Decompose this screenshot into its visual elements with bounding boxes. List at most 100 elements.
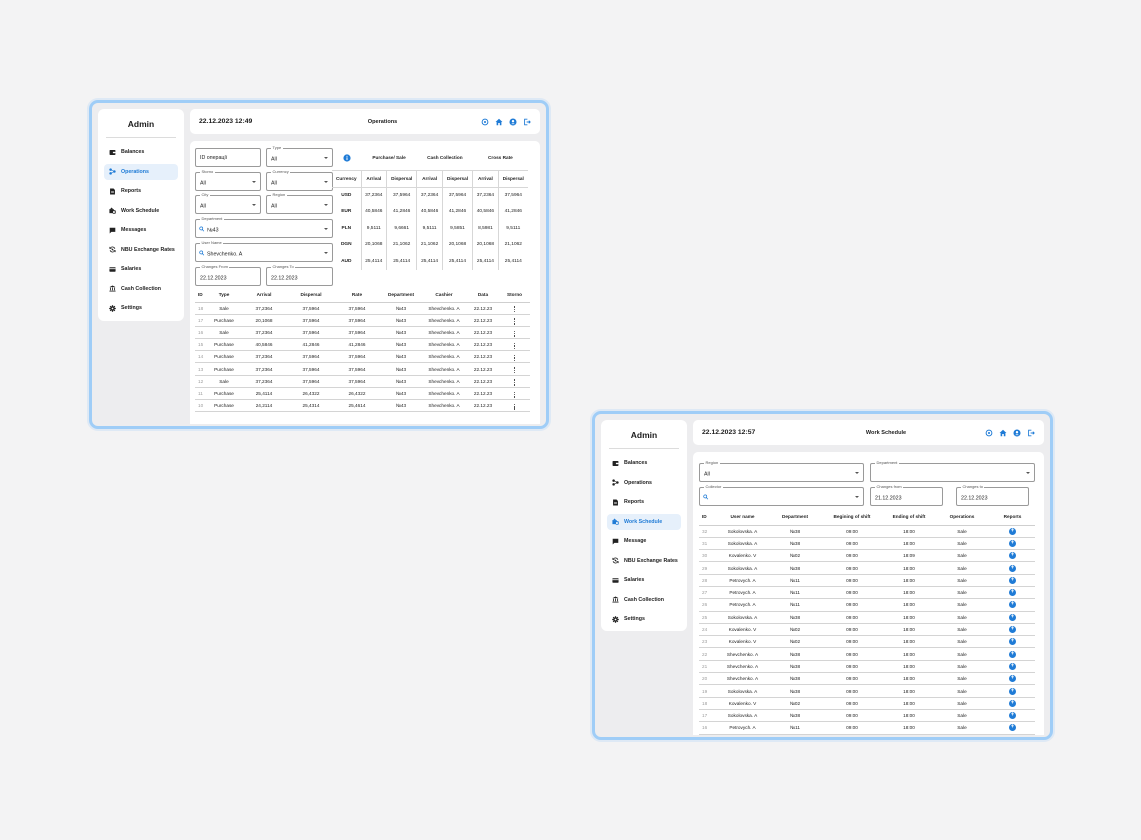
add-report-icon[interactable]: + [1009,675,1016,683]
sidebar-item-balances[interactable]: Balances [607,455,681,472]
table-row[interactable]: 16 Sale 37,2364 37,5964 37,5964 №43 Shevchenko… [195,326,530,340]
more-vertical-icon[interactable] [513,342,516,350]
logout-icon[interactable] [523,118,531,126]
add-report-icon[interactable]: + [1009,724,1016,732]
add-report-icon[interactable]: + [1009,699,1016,707]
table-row[interactable]: 18 Sale 37,2364 37,5964 37,5964 №43 Shevchenko… [195,302,530,315]
more-vertical-icon[interactable] [513,306,516,313]
add-report-icon[interactable]: + [1009,687,1016,695]
type-select[interactable]: Type All [266,145,333,167]
sidebar-item-message[interactable]: Message [607,533,681,550]
sidebar-item-messages[interactable]: Messages [104,222,178,239]
table-cell: 09:00 [820,660,884,674]
table-row[interactable]: 14 Purchase 37,2364 37,5964 37,5964 №43 Shevch… [195,350,530,364]
add-report-icon[interactable]: + [1009,589,1016,597]
more-vertical-icon[interactable] [513,318,516,325]
home-icon[interactable] [495,118,503,126]
table-row[interactable]: 15 Purchase 40,5846 41,2846 41,2846 №43 Shevch… [195,338,530,352]
table-row[interactable]: 12 Sale 37,2364 37,5964 37,5964 №43 Shevchenko… [195,375,530,388]
add-report-icon[interactable]: + [1009,638,1016,646]
table-cell: 18:00 [884,697,934,710]
table-row[interactable]: 18 Kovalenko. V №02 09:00 18:00 Sale + [699,697,1035,710]
region-select[interactable]: Region All [699,460,864,482]
sidebar-item-settings[interactable]: Settings [104,300,178,317]
table-cell: №02 [770,623,820,637]
user-icon[interactable] [1013,428,1021,437]
sidebar-item-settings[interactable]: Settings [607,611,681,628]
table-row[interactable]: 21 Shevchenko. A №38 09:00 18:00 Sale + [699,660,1035,674]
table-row[interactable]: 10 Purchase 24,2114 25,4314 25,4614 №43 Shevch… [195,399,530,413]
sidebar-item-operations[interactable]: Operations [607,475,681,492]
table-row[interactable]: 26 Petrovych. A №11 09:00 18:00 Sale + [699,598,1035,612]
table-row[interactable]: 16 Petrovych. A №11 09:00 18:00 Sale + [699,721,1035,735]
table-row[interactable]: 22 Shevchenko. A №38 09:00 18:00 Sale + [699,647,1035,661]
operation-id-input[interactable]: ID операції [195,148,261,167]
add-report-icon[interactable]: + [1009,552,1016,560]
sidebar-item-reports[interactable]: Reports [104,183,178,200]
table-row[interactable]: 27 Petrovych. A №11 09:00 18:00 Sale + [699,586,1035,600]
sidebar-item-nbu-exchange-rates[interactable]: NBU Exchange Rates [104,242,178,259]
sidebar-item-balances[interactable]: Balances [104,144,178,161]
table-row[interactable]: 29 Sokolovska. A №38 09:00 18:00 Sale + [699,561,1035,575]
add-report-icon[interactable]: + [1009,564,1016,572]
sidebar-item-reports[interactable]: Reports [607,494,681,511]
more-vertical-icon[interactable] [513,354,516,362]
add-report-icon[interactable]: + [1009,601,1016,609]
department-search[interactable]: Department №43 [195,216,333,238]
info-icon[interactable] [342,154,351,162]
add-report-icon[interactable]: + [1009,527,1016,535]
table-row[interactable]: 28 Petrovych. A №11 09:00 18:00 Sale + [699,574,1035,587]
add-report-icon[interactable]: + [1009,662,1016,670]
region-select[interactable]: Region All [266,192,333,214]
more-vertical-icon[interactable] [513,379,516,386]
logout-icon[interactable] [1027,429,1035,437]
more-vertical-icon[interactable] [513,403,516,410]
sidebar-item-cash-collection[interactable]: Cash Collection [104,281,178,298]
table-row[interactable]: 23 Kovalenko. V №02 09:00 18:00 Sale + [699,635,1035,649]
more-vertical-icon[interactable] [513,330,516,337]
currency-select[interactable]: Currency All [266,169,333,191]
collector-search[interactable]: Collector [699,484,864,506]
more-vertical-icon[interactable] [513,367,516,374]
add-report-icon[interactable]: + [1009,712,1016,720]
table-cell: №38 [770,537,820,551]
table-cell: 37,2364 [239,362,289,376]
sidebar-item-cash-collection[interactable]: Cash Collection [607,592,681,609]
table-row[interactable]: 32 Sokolovska. A №38 09:00 18:00 Sale + [699,525,1035,538]
table-row[interactable]: 25 Sokolovska. A №38 09:00 18:00 Sale + [699,611,1035,624]
changes-from-input[interactable]: Changes From 22.12.2023 [195,264,261,286]
changes-to-input[interactable]: Changes to 22.12.2023 [956,484,1029,506]
department-select[interactable]: Department [870,460,1035,482]
city-select[interactable]: City All [195,192,261,214]
sidebar-item-work-schedule[interactable]: Work Schedule [104,203,178,220]
storno-cell [499,375,530,388]
sidebar-item-salaries[interactable]: Salaries [607,572,681,589]
more-vertical-icon[interactable] [513,391,516,398]
target-icon[interactable] [481,118,489,126]
storno-select[interactable]: Storno All [195,169,261,191]
table-row[interactable]: 31 Sokolovska. A №38 09:00 18:00 Sale + [699,537,1035,551]
user-name-search[interactable]: User Name Shevchenko. A [195,240,333,262]
sidebar-item-nbu-exchange-rates[interactable]: NBU Exchange Rates [607,553,681,570]
add-report-icon[interactable]: + [1009,626,1016,634]
target-icon[interactable] [985,429,993,437]
add-report-icon[interactable]: + [1009,539,1016,547]
user-icon[interactable] [509,117,517,126]
add-report-icon[interactable]: + [1009,613,1016,621]
changes-from-input[interactable]: Changes from 21.12.2023 [870,484,943,506]
sidebar-item-work-schedule[interactable]: Work Schedule [607,513,681,530]
changes-to-input[interactable]: Changes To 22.12.2023 [266,264,333,286]
table-row[interactable]: 30 Kovalenko. V №02 09:00 18:09 Sale + [699,549,1035,563]
table-row[interactable]: 11 Purchase 25,4114 26,4322 26,4322 №43 Shevch… [195,387,530,401]
sidebar-item-salaries[interactable]: Salaries [104,261,178,278]
table-row[interactable]: 17 Sokolovska. A №38 09:00 18:00 Sale + [699,709,1035,723]
table-row[interactable]: 13 Purchase 37,2364 37,5964 37,5964 №43 Shevch… [195,362,530,376]
home-icon[interactable] [999,429,1007,437]
add-report-icon[interactable]: + [1009,576,1016,584]
add-report-icon[interactable]: + [1009,650,1016,658]
table-row[interactable]: 17 Purchase 20,1068 37,5964 37,5964 №43 Shevch… [195,314,530,327]
table-row[interactable]: 20 Shevchenko. A №38 09:00 18:00 Sale + [699,672,1035,686]
sidebar-item-operations[interactable]: Operations [104,163,178,180]
table-row[interactable]: 19 Sokolovska. A №38 09:00 18:00 Sale + [699,684,1035,698]
table-row[interactable]: 24 Kovalenko. V №02 09:00 18:00 Sale + [699,623,1035,637]
